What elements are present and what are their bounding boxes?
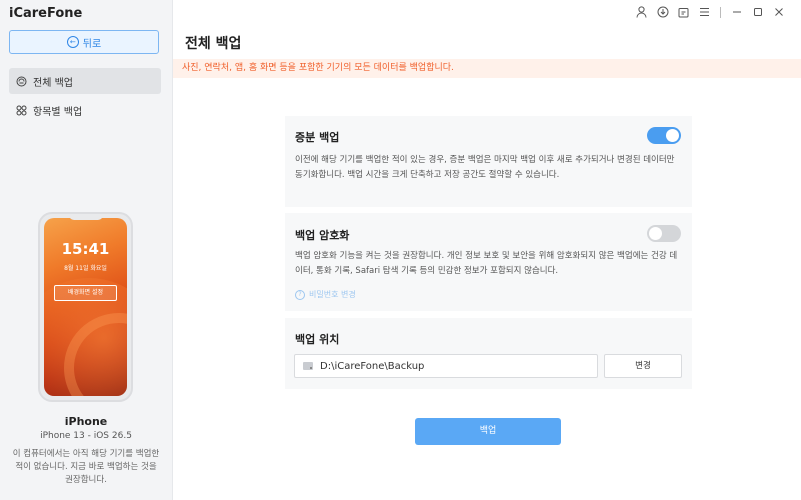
- backup-location-title: 백업 위치: [295, 333, 340, 346]
- device-note: 이 컴퓨터에서는 아직 해당 기기를 백업한 적이 없습니다. 지금 바로 백업…: [12, 449, 160, 485]
- device-model: iPhone 13 - iOS 26.5: [40, 431, 132, 441]
- backup-path-field[interactable]: D:\iCareFone\Backup: [294, 354, 598, 378]
- back-button-label: 뒤로: [82, 38, 102, 50]
- incremental-backup-toggle[interactable]: [647, 127, 681, 144]
- change-password-link[interactable]: ? 비밀번호 변경: [295, 289, 356, 300]
- backup-encryption-card: 백업 암호화 백업 암호화 기능을 켜는 것을 권장합니다. 개인 정보 보호 …: [285, 213, 692, 311]
- backup-path-value: D:\iCareFone\Backup: [320, 360, 425, 372]
- title-bar-controls: [631, 5, 789, 19]
- backup-location-card: 백업 위치 D:\iCareFone\Backup 변경: [285, 318, 692, 389]
- device-image: 15:41 8월 11일 화요일 배경화면 설정: [38, 212, 133, 402]
- lock-screen-button: 배경화면 설정: [54, 285, 117, 301]
- app-title: iCareFone: [9, 6, 83, 21]
- backup-button[interactable]: 백업: [415, 418, 561, 445]
- minimize-icon[interactable]: [726, 5, 747, 19]
- download-icon[interactable]: [652, 5, 673, 19]
- sidebar-item-full-backup[interactable]: 전체 백업: [9, 68, 161, 94]
- back-button[interactable]: ← 뒤로: [9, 30, 159, 54]
- drive-icon: [303, 362, 313, 370]
- lock-screen: 15:41 8월 11일 화요일 배경화면 설정: [44, 218, 127, 396]
- sidebar-item-selective-backup[interactable]: 항목별 백업: [9, 97, 161, 123]
- title-bar-divider: [720, 6, 721, 18]
- lock-screen-time: 15:41: [61, 240, 110, 258]
- incremental-backup-description: 이전에 해당 기기를 백업한 적이 있는 경우, 증분 백업은 마지막 백업 이…: [295, 155, 675, 180]
- sidebar-item-label: 전체 백업: [33, 77, 73, 89]
- sidebar: iCareFone ← 뒤로 전체 백업 항목별 백업 15:41 8월 11일…: [0, 0, 173, 500]
- question-icon: ?: [295, 289, 305, 300]
- backup-encryption-description: 백업 암호화 기능을 켜는 것을 권장합니다. 개인 정보 보호 및 보안을 위…: [295, 251, 678, 276]
- lock-screen-date: 8월 11일 화요일: [64, 265, 107, 272]
- device-name: iPhone: [64, 415, 108, 428]
- incremental-backup-card: 증분 백업 이전에 해당 기기를 백업한 적이 있는 경우, 증분 백업은 마지…: [285, 116, 692, 207]
- backup-encryption-toggle[interactable]: [647, 225, 681, 242]
- user-icon[interactable]: [631, 5, 652, 19]
- toggle-knob: [649, 227, 662, 240]
- backup-encryption-title: 백업 암호화: [295, 229, 350, 242]
- menu-icon[interactable]: [694, 5, 715, 19]
- feedback-icon[interactable]: [673, 5, 694, 19]
- toggle-knob: [666, 129, 679, 142]
- maximize-icon[interactable]: [747, 5, 768, 19]
- change-password-label: 비밀번호 변경: [309, 290, 356, 299]
- change-location-button[interactable]: 변경: [604, 354, 682, 378]
- full-backup-icon: [16, 76, 27, 87]
- notice-banner: 사진, 연락처, 앱, 홈 화면 등을 포함한 기기의 모든 데이터를 백업합니…: [173, 59, 801, 78]
- selective-backup-icon: [16, 105, 27, 116]
- back-arrow-icon: ←: [66, 36, 79, 48]
- sidebar-item-label: 항목별 백업: [33, 106, 83, 118]
- page-title: 전체 백업: [185, 36, 242, 52]
- close-icon[interactable]: [768, 5, 789, 19]
- incremental-backup-title: 증분 백업: [295, 131, 340, 144]
- phone-notch: [68, 214, 103, 220]
